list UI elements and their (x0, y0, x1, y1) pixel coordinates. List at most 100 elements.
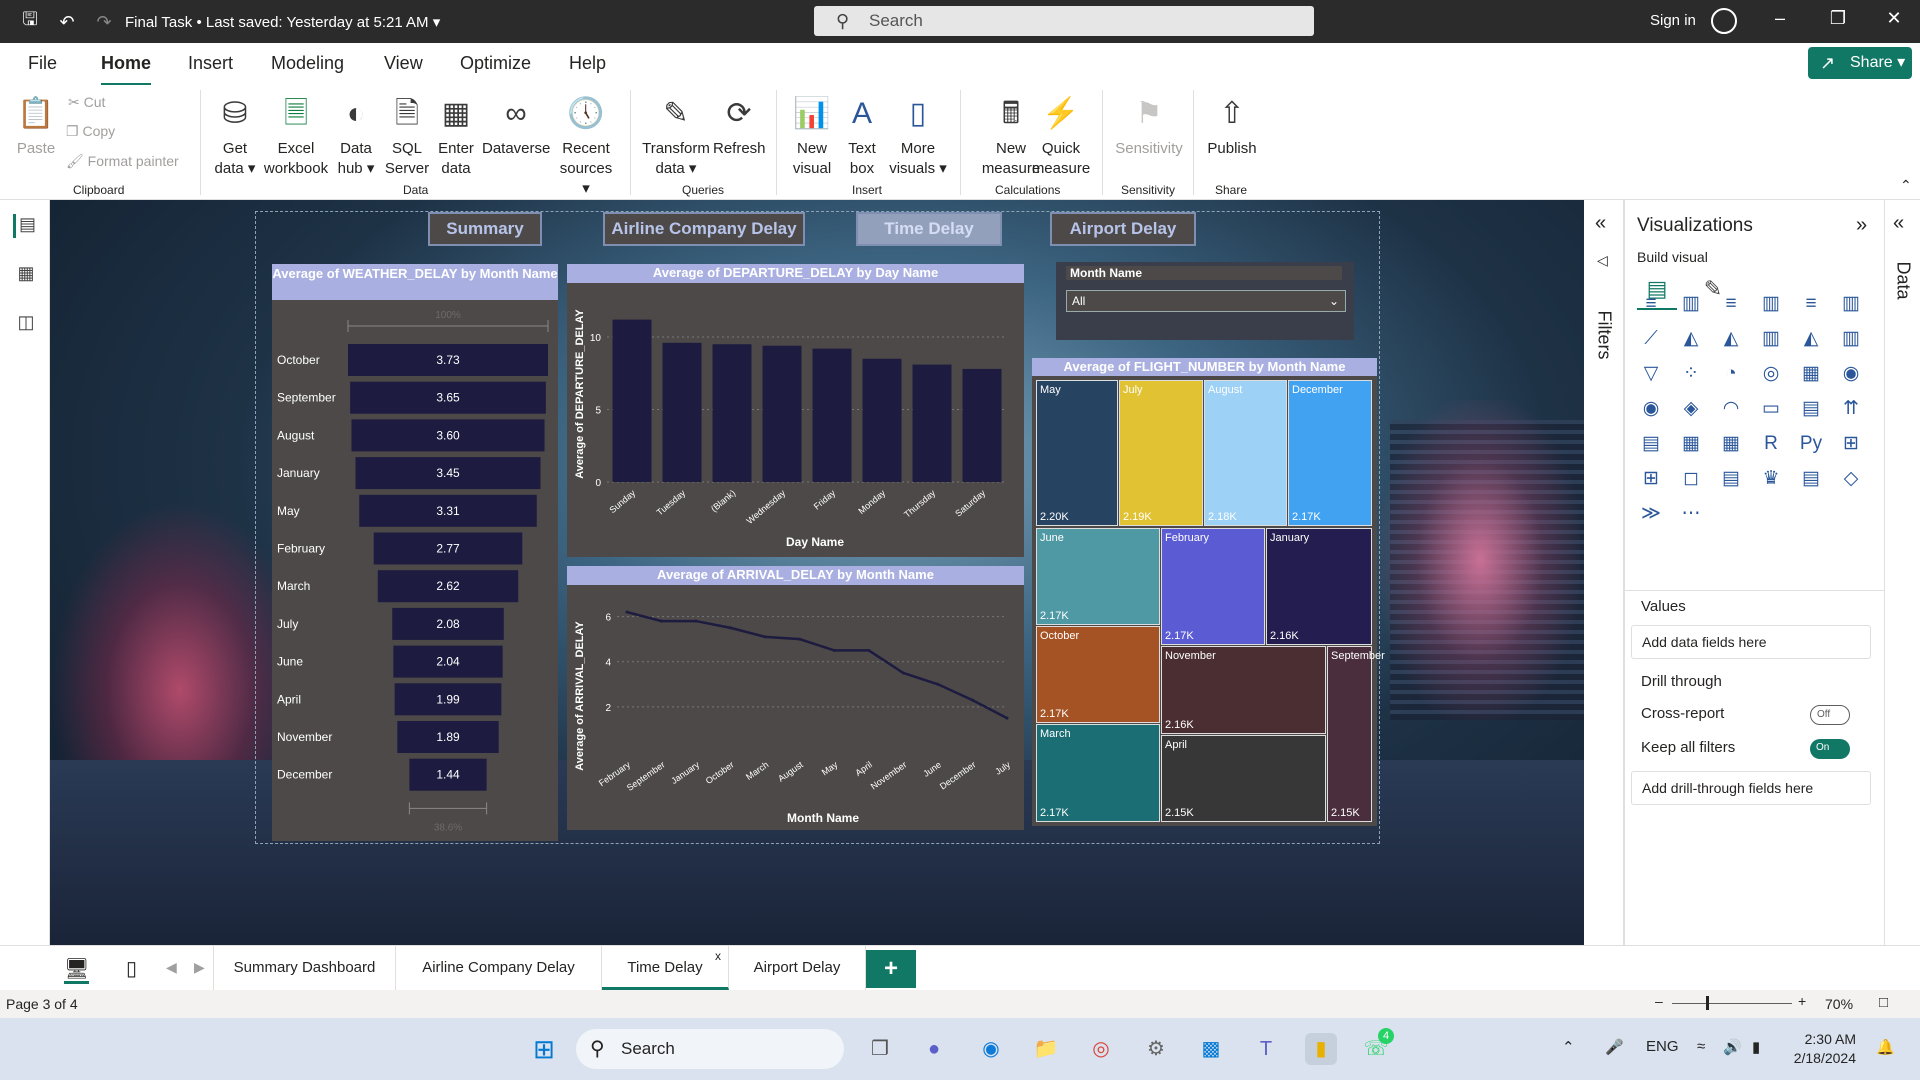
text-box-button[interactable]: A Text box (840, 93, 884, 179)
cross-report-toggle[interactable]: Off (1810, 705, 1850, 725)
edge-icon[interactable]: ◉ (975, 1033, 1007, 1065)
search-box[interactable]: ⚲ Search (814, 6, 1314, 36)
scatter-visual-icon[interactable]: ⁘ (1677, 360, 1705, 388)
dataverse-button[interactable]: ∞ Dataverse (482, 93, 550, 159)
paste-button[interactable]: 📋 Paste (14, 93, 58, 159)
table-view-icon[interactable]: ▦ (13, 263, 39, 287)
narrative-visual-icon[interactable]: ▤ (1717, 465, 1745, 493)
zoom-in-icon[interactable]: + (1798, 993, 1806, 1009)
quick-measure-button[interactable]: ⚡ Quick measure (1030, 93, 1092, 179)
line-column-visual-icon[interactable]: ▥ (1757, 325, 1785, 353)
stacked-bar-visual-icon[interactable]: ≡ (1637, 290, 1665, 318)
treemap-tile[interactable]: March 2.17K (1036, 724, 1160, 822)
transform-data-button[interactable]: ✎ Transform data ▾ (640, 93, 712, 179)
expand-filters-icon[interactable]: « (1595, 212, 1606, 235)
close-tab-icon[interactable]: x (715, 949, 721, 963)
treemap-tile[interactable]: November 2.16K (1161, 646, 1326, 734)
departure-delay-chart[interactable]: Average of DEPARTURE_DELAY by Day Name 0… (567, 264, 1024, 557)
show-hidden-icons[interactable]: ⌃ (1562, 1038, 1575, 1056)
r-visual-visual-icon[interactable]: R (1757, 430, 1785, 458)
redo-icon[interactable]: ↷ (92, 10, 116, 34)
clustered-column-visual-icon[interactable]: ▥ (1757, 290, 1785, 318)
flight-number-treemap[interactable]: Average of FLIGHT_NUMBER by Month Name M… (1032, 358, 1385, 826)
menu-view[interactable]: View (384, 53, 423, 74)
copy-button[interactable]: ❐ Copy (66, 123, 115, 140)
powerbi-icon[interactable]: ▮ (1305, 1033, 1337, 1065)
kpi-visual-icon[interactable]: ⇈ (1837, 395, 1865, 423)
fit-page-icon[interactable]: □ (1879, 994, 1888, 1011)
restore-icon[interactable]: ❐ (1823, 8, 1853, 29)
sql-server-button[interactable]: 🗎 SQL Server (383, 93, 431, 179)
get-data-button[interactable]: ⛁ Get data ▾ (210, 93, 260, 179)
treemap-tile[interactable]: October 2.17K (1036, 626, 1160, 723)
excel-workbook-button[interactable]: 🗏 Excel workbook (262, 93, 330, 179)
page-tab-summary[interactable]: Summary Dashboard (213, 946, 396, 990)
menu-file[interactable]: File (28, 53, 57, 74)
line-visual-icon[interactable]: ⟋ (1637, 325, 1665, 353)
document-title[interactable]: Final Task • Last saved: Yesterday at 5:… (125, 13, 440, 31)
nav-button-summary[interactable]: Summary (428, 212, 542, 246)
cut-button[interactable]: ✂ Cut (68, 94, 105, 111)
matrix-visual-icon[interactable]: ▦ (1717, 430, 1745, 458)
slicer-dropdown[interactable]: All ⌄ (1066, 290, 1346, 312)
qa-visual-icon[interactable]: ◻ (1677, 465, 1705, 493)
notifications-icon[interactable]: 🔔 (1876, 1038, 1895, 1056)
clustered-bar-visual-icon[interactable]: ≡ (1717, 290, 1745, 318)
pie-visual-icon[interactable]: ◔ (1717, 360, 1745, 388)
new-visual-button[interactable]: 📊 New visual (788, 93, 836, 179)
report-view-icon[interactable]: ▤ (13, 214, 39, 238)
task-view-icon[interactable]: ❐ (864, 1033, 896, 1065)
key-influencers-visual-icon[interactable]: ⊞ (1837, 430, 1865, 458)
wifi-icon[interactable]: ≈ (1697, 1038, 1705, 1055)
area-visual-icon[interactable]: ◭ (1677, 325, 1705, 353)
goals-visual-icon[interactable]: ♛ (1757, 465, 1785, 493)
multi-row-card-visual-icon[interactable]: ▤ (1797, 395, 1825, 423)
treemap-tile[interactable]: June 2.17K (1036, 528, 1160, 625)
card-visual-icon[interactable]: ▭ (1757, 395, 1785, 423)
taskbar-search[interactable]: ⚲ Search (576, 1029, 844, 1069)
treemap-tile[interactable]: September 2.15K (1327, 646, 1385, 822)
100-bar-visual-icon[interactable]: ≡ (1797, 290, 1825, 318)
microphone-icon[interactable]: 🎤 (1605, 1038, 1624, 1056)
decomposition-tree-visual-icon[interactable]: ⊞ (1637, 465, 1665, 493)
menu-modeling[interactable]: Modeling (271, 53, 344, 74)
data-hub-button[interactable]: ◐ Data hub ▾ (332, 93, 380, 179)
more-visuals-button[interactable]: ▯ More visuals ▾ (887, 93, 949, 179)
nav-button-time[interactable]: Time Delay (856, 212, 1002, 246)
more-visual-icon[interactable]: ⋯ (1677, 500, 1705, 528)
paginated-visual-icon[interactable]: ▤ (1797, 465, 1825, 493)
month-slicer[interactable]: Month Name All ⌄ (1056, 262, 1354, 340)
treemap-tile[interactable]: February 2.17K (1161, 528, 1265, 645)
drill-through-drop-zone[interactable]: Add drill-through fields here (1631, 771, 1871, 805)
collapse-ribbon-icon[interactable]: ⌃ (1900, 177, 1912, 194)
nav-button-airline[interactable]: Airline Company Delay (603, 212, 805, 246)
data-pane-collapsed[interactable]: « Data (1884, 200, 1920, 990)
map-visual-icon[interactable]: ◉ (1837, 360, 1865, 388)
sign-in-button[interactable]: Sign in (1650, 12, 1696, 29)
next-page-icon[interactable]: ▶ (194, 959, 205, 976)
enter-data-button[interactable]: ▦ Enter data (434, 93, 478, 179)
python-visual-visual-icon[interactable]: Py (1797, 430, 1825, 458)
chrome-icon[interactable]: ◎ (1085, 1033, 1117, 1065)
donut-visual-icon[interactable]: ◎ (1757, 360, 1785, 388)
clock[interactable]: 2:30 AM 2/18/2024 (1790, 1030, 1856, 1068)
desktop-layout-icon[interactable]: 🖥 (64, 956, 90, 984)
mobile-layout-icon[interactable]: ▯ (126, 956, 137, 981)
format-painter-button[interactable]: 🖌 Format painter (66, 153, 179, 170)
account-icon[interactable] (1711, 8, 1737, 34)
stacked-column-visual-icon[interactable]: ▥ (1677, 290, 1705, 318)
add-page-button[interactable]: + (866, 950, 916, 988)
zoom-out-icon[interactable]: – (1655, 993, 1663, 1009)
menu-optimize[interactable]: Optimize (460, 53, 531, 74)
menu-home[interactable]: Home (101, 53, 152, 86)
zoom-slider-thumb[interactable] (1706, 996, 1709, 1010)
menu-help[interactable]: Help (569, 53, 606, 74)
stacked-area-visual-icon[interactable]: ◭ (1717, 325, 1745, 353)
weather-delay-chart[interactable]: Average of WEATHER_DELAY by Month Name 1… (272, 264, 558, 841)
battery-icon[interactable]: ▮ (1752, 1038, 1760, 1056)
table-visual-icon[interactable]: ▦ (1677, 430, 1705, 458)
100-column-visual-icon[interactable]: ▥ (1837, 290, 1865, 318)
treemap-tile[interactable]: August 2.18K (1204, 380, 1287, 526)
close-icon[interactable]: ✕ (1879, 8, 1909, 29)
language-indicator[interactable]: ENG (1646, 1038, 1679, 1055)
